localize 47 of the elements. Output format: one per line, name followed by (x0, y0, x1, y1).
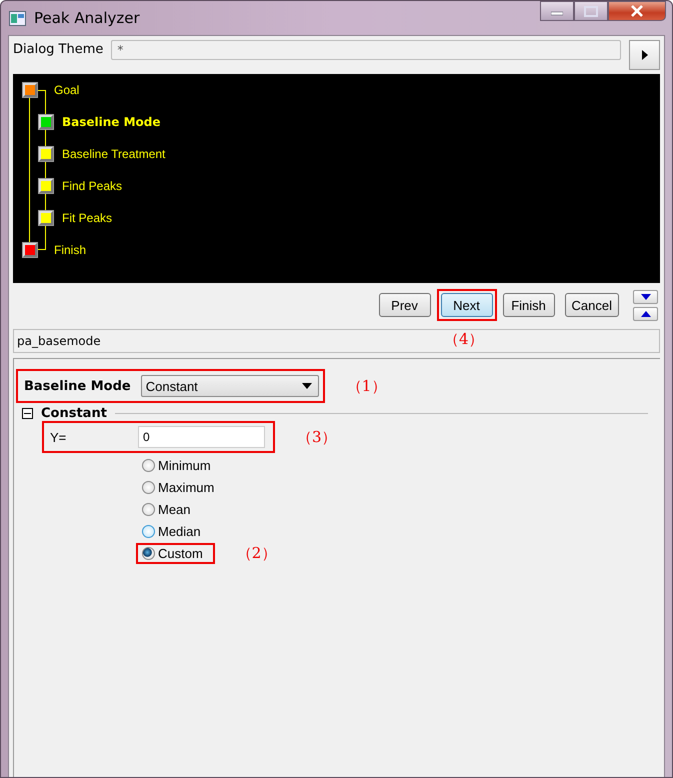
y-input-field[interactable]: 0 (138, 426, 265, 448)
maximize-button[interactable] (574, 1, 608, 21)
close-button[interactable] (608, 1, 666, 21)
collapse-icon[interactable] (22, 408, 33, 419)
app-icon (9, 10, 26, 26)
step-label[interactable]: Finish (54, 243, 86, 257)
maximize-icon (584, 6, 598, 16)
page-name: pa_basemode (17, 334, 101, 348)
radio-option[interactable]: Mean (142, 502, 191, 516)
theme-field[interactable]: * (111, 40, 621, 60)
radio-button[interactable] (142, 502, 155, 516)
wizard-button[interactable]: Finish (502, 293, 555, 317)
y-label: Y= (50, 430, 68, 444)
annotation-label: （4） (444, 330, 484, 349)
up-button[interactable] (633, 306, 658, 320)
radio-button[interactable] (142, 480, 155, 494)
radio-option[interactable]: Median (142, 524, 201, 538)
baseline-mode-label: Baseline Mode (24, 378, 131, 394)
annotation-label: （1） (346, 376, 386, 396)
down-arrow-icon (640, 294, 650, 300)
radio-option[interactable]: Custom (142, 546, 203, 560)
theme-label: Dialog Theme (13, 42, 104, 57)
radio-button[interactable] (142, 546, 155, 560)
step-label[interactable]: Baseline Treatment (62, 147, 166, 161)
wizard-button[interactable]: Cancel (564, 293, 619, 317)
baseline-mode-dropdown[interactable]: Constant (140, 375, 319, 397)
radio-option[interactable]: Minimum (142, 458, 211, 472)
theme-menu-button[interactable] (629, 40, 660, 70)
radio-option[interactable]: Maximum (142, 480, 214, 494)
annotation-label: （3） (297, 428, 337, 446)
minimize-button[interactable] (540, 1, 574, 21)
radio-button[interactable] (142, 524, 155, 538)
radio-button[interactable] (142, 458, 155, 472)
play-icon (640, 49, 648, 61)
window-title: Peak Analyzer (34, 9, 141, 27)
step-label[interactable]: Baseline Mode (62, 115, 161, 129)
down-button[interactable] (633, 290, 658, 304)
group-title: Constant (41, 406, 107, 421)
up-arrow-icon (640, 310, 650, 316)
step-label[interactable]: Fit Peaks (62, 211, 112, 225)
dropdown-arrow-icon (302, 383, 312, 389)
close-icon (630, 5, 644, 17)
wizard-button[interactable]: Next (440, 293, 493, 317)
step-label[interactable]: Goal (54, 83, 80, 97)
wizard-button[interactable]: Prev (378, 293, 431, 317)
annotation-label: （2） (236, 544, 276, 562)
step-label[interactable]: Find Peaks (62, 179, 122, 193)
